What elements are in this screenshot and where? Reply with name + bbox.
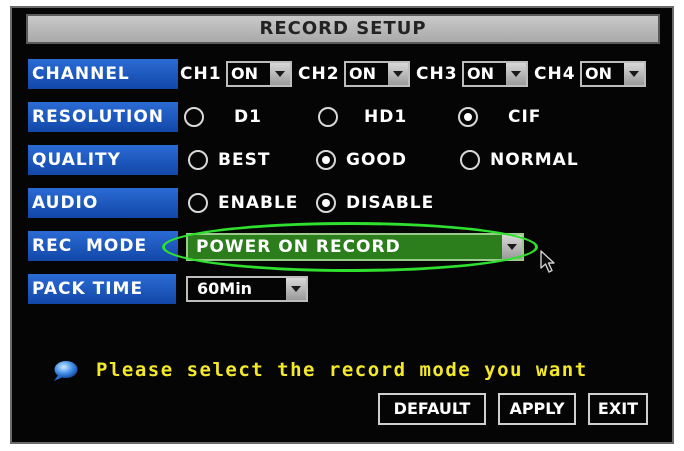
title-bar: RECORD SETUP	[26, 14, 660, 44]
quality-normal-label: NORMAL	[490, 150, 579, 170]
pack-time-label: PACK TIME	[28, 274, 176, 304]
record-setup-screen: RECORD SETUP CHANNEL CH1 ON CH2 ON CH3 O…	[10, 6, 674, 444]
pack-time-select[interactable]: 60Min	[186, 276, 308, 302]
quality-best-label: BEST	[218, 150, 271, 170]
resolution-label: RESOLUTION	[28, 102, 178, 132]
quality-best-radio[interactable]	[188, 150, 208, 170]
chevron-down-icon	[286, 278, 306, 300]
audio-disable-radio[interactable]	[316, 193, 336, 213]
chevron-down-icon	[502, 235, 522, 259]
pack-time-value: 60Min	[197, 279, 253, 298]
audio-label: AUDIO	[28, 188, 178, 218]
chevron-down-icon	[624, 63, 644, 85]
apply-button[interactable]: APPLY	[498, 393, 576, 425]
ch4-value: ON	[585, 64, 612, 83]
channel-label: CHANNEL	[28, 59, 178, 89]
ch4-select[interactable]: ON	[580, 61, 646, 87]
chevron-down-icon	[506, 63, 526, 85]
resolution-d1-radio[interactable]	[184, 107, 204, 127]
resolution-hd1-radio[interactable]	[318, 107, 338, 127]
audio-disable-label: DISABLE	[346, 193, 435, 213]
ch3-label: CH3	[416, 64, 458, 84]
default-button[interactable]: DEFAULT	[378, 393, 486, 425]
resolution-cif-radio[interactable]	[458, 107, 478, 127]
speech-bubble-icon	[54, 361, 78, 381]
ch2-select[interactable]: ON	[344, 61, 410, 87]
audio-enable-radio[interactable]	[188, 193, 208, 213]
ch1-label: CH1	[180, 64, 222, 84]
mouse-cursor-icon	[540, 250, 555, 273]
ch4-label: CH4	[534, 64, 576, 84]
resolution-d1-label: D1	[234, 107, 262, 127]
ch2-value: ON	[349, 64, 376, 83]
quality-good-label: GOOD	[346, 150, 407, 170]
resolution-cif-label: CIF	[508, 107, 542, 127]
ch1-select[interactable]: ON	[226, 61, 292, 87]
page-title: RECORD SETUP	[259, 18, 427, 39]
quality-label: QUALITY	[28, 145, 178, 175]
ch2-label: CH2	[298, 64, 340, 84]
rec-mode-select[interactable]: POWER ON RECORD	[186, 233, 524, 261]
help-message: Please select the record mode you want	[96, 359, 588, 381]
quality-normal-radio[interactable]	[460, 150, 480, 170]
rec-mode-label: REC MODE	[28, 231, 178, 261]
resolution-hd1-label: HD1	[364, 107, 408, 127]
rec-mode-value: POWER ON RECORD	[196, 237, 401, 257]
chevron-down-icon	[388, 63, 408, 85]
ch3-value: ON	[467, 64, 494, 83]
chevron-down-icon	[270, 63, 290, 85]
exit-button[interactable]: EXIT	[588, 393, 648, 425]
quality-good-radio[interactable]	[316, 150, 336, 170]
ch1-value: ON	[231, 64, 258, 83]
audio-enable-label: ENABLE	[218, 193, 299, 213]
ch3-select[interactable]: ON	[462, 61, 528, 87]
